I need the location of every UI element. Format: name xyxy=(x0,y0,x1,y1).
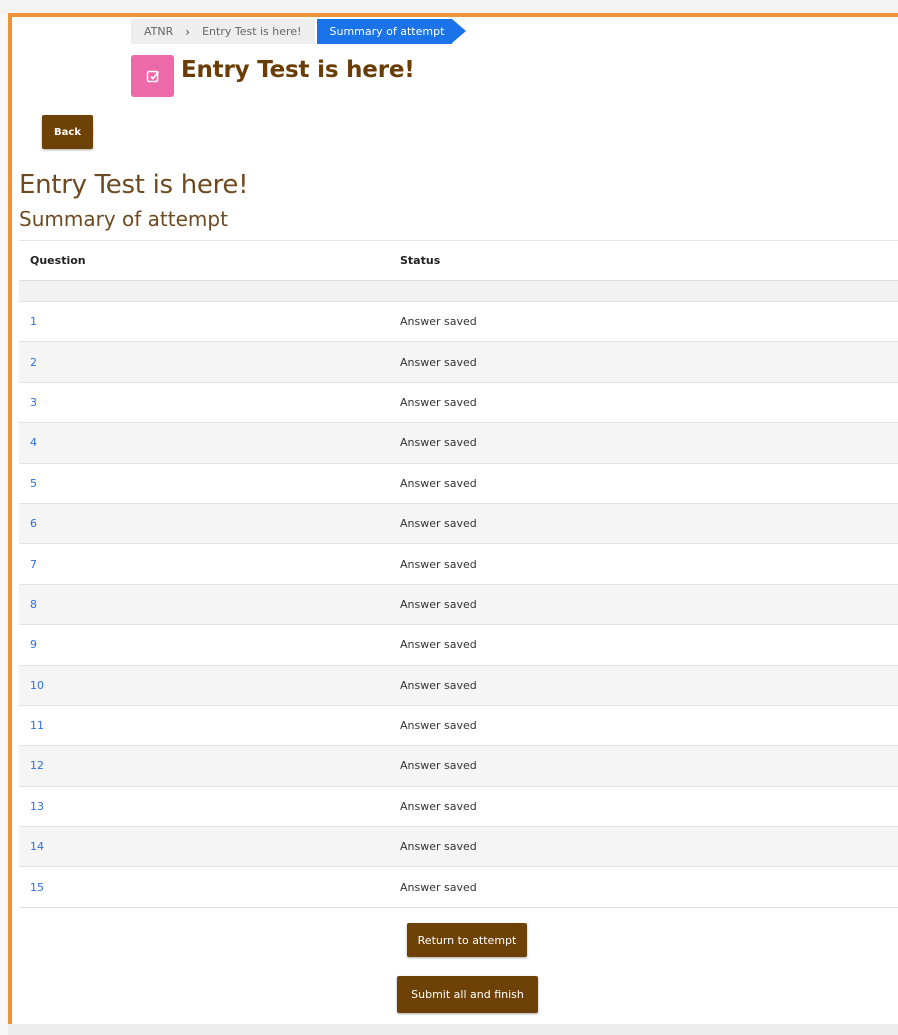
question-cell: 7 xyxy=(19,558,400,571)
question-link[interactable]: 9 xyxy=(30,638,37,651)
question-link[interactable]: 10 xyxy=(30,679,44,692)
table-row: 1 Answer saved xyxy=(19,302,898,343)
breadcrumb: ATNR › Entry Test is here! Summary of at… xyxy=(131,19,467,44)
left-margin xyxy=(0,14,8,1035)
breadcrumb-item-active: Summary of attempt xyxy=(315,19,453,44)
status-cell: Answer saved xyxy=(400,840,477,854)
return-to-attempt-button[interactable]: Return to attempt xyxy=(407,923,527,957)
quiz-title: Entry Test is here! xyxy=(19,170,249,200)
status-cell: Answer saved xyxy=(400,315,477,329)
page-heading: Entry Test is here! xyxy=(181,57,415,83)
question-cell: 8 xyxy=(19,598,400,611)
table-row: 13 Answer saved xyxy=(19,787,898,828)
question-link[interactable]: 5 xyxy=(30,477,37,490)
question-cell: 5 xyxy=(19,477,400,490)
question-cell: 2 xyxy=(19,356,400,369)
question-cell: 10 xyxy=(19,679,400,692)
submit-all-button[interactable]: Submit all and finish xyxy=(397,976,538,1013)
table-row: 10 Answer saved xyxy=(19,665,898,706)
status-cell: Answer saved xyxy=(400,678,477,692)
table-row: 15 Answer saved xyxy=(19,867,898,908)
status-cell: Answer saved xyxy=(400,759,477,773)
question-link[interactable]: 1 xyxy=(30,315,37,328)
table-row: 12 Answer saved xyxy=(19,746,898,787)
accent-border-top xyxy=(8,13,898,17)
status-cell: Answer saved xyxy=(400,638,477,652)
question-link[interactable]: 4 xyxy=(30,436,37,449)
table-row: 14 Answer saved xyxy=(19,827,898,868)
status-cell: Answer saved xyxy=(400,517,477,531)
question-cell: 15 xyxy=(19,881,400,894)
table-row: 2 Answer saved xyxy=(19,342,898,383)
table-row: 3 Answer saved xyxy=(19,383,898,424)
question-link[interactable]: 6 xyxy=(30,517,37,530)
table-row: 11 Answer saved xyxy=(19,706,898,747)
question-cell: 1 xyxy=(19,315,400,328)
question-link[interactable]: 13 xyxy=(30,800,44,813)
question-link[interactable]: 12 xyxy=(30,759,44,772)
column-header-status: Status xyxy=(400,254,441,267)
question-link[interactable]: 11 xyxy=(30,719,44,732)
status-cell: Answer saved xyxy=(400,476,477,490)
bottom-strip xyxy=(8,1024,898,1035)
question-cell: 3 xyxy=(19,396,400,409)
question-link[interactable]: 14 xyxy=(30,840,44,853)
status-cell: Answer saved xyxy=(400,395,477,409)
summary-table: Question Status 1 Answer saved 2 Answer sav… xyxy=(19,240,898,908)
column-header-question: Question xyxy=(30,254,86,267)
status-cell: Answer saved xyxy=(400,436,477,450)
question-cell: 14 xyxy=(19,840,400,853)
question-link[interactable]: 7 xyxy=(30,558,37,571)
breadcrumb-item-entry-test[interactable]: Entry Test is here! xyxy=(202,19,316,44)
breadcrumb-separator-icon: › xyxy=(173,19,203,44)
status-cell: Answer saved xyxy=(400,355,477,369)
question-cell: 6 xyxy=(19,517,400,530)
question-link[interactable]: 3 xyxy=(30,396,37,409)
breadcrumb-arrow-icon xyxy=(452,19,467,43)
question-cell: 4 xyxy=(19,436,400,449)
status-cell: Answer saved xyxy=(400,880,477,894)
status-cell: Answer saved xyxy=(400,719,477,733)
table-spacer-row xyxy=(19,281,898,302)
table-row: 9 Answer saved xyxy=(19,625,898,666)
question-link[interactable]: 2 xyxy=(30,356,37,369)
table-row: 8 Answer saved xyxy=(19,584,898,626)
table-row: 5 Answer saved xyxy=(19,464,898,504)
table-header: Question Status xyxy=(19,240,898,281)
table-body: 1 Answer saved 2 Answer saved 3 Answer saved 4… xyxy=(19,302,898,908)
table-row: 4 Answer saved xyxy=(19,423,898,464)
summary-subtitle: Summary of attempt xyxy=(19,207,228,231)
back-button[interactable]: Back xyxy=(42,115,93,149)
page-frame: ATNR › Entry Test is here! Summary of at… xyxy=(0,0,898,1035)
question-link[interactable]: 15 xyxy=(30,881,44,894)
status-cell: Answer saved xyxy=(400,557,477,571)
question-cell: 9 xyxy=(19,638,400,651)
top-strip xyxy=(0,0,898,14)
question-cell: 11 xyxy=(19,719,400,732)
table-row: 7 Answer saved xyxy=(19,544,898,585)
table-row: 6 Answer saved xyxy=(19,503,898,545)
status-cell: Answer saved xyxy=(400,799,477,813)
question-cell: 13 xyxy=(19,800,400,813)
quiz-edit-icon xyxy=(131,55,174,97)
status-cell: Answer saved xyxy=(400,597,477,611)
question-cell: 12 xyxy=(19,759,400,772)
breadcrumb-item-atnr[interactable]: ATNR xyxy=(131,19,174,44)
question-link[interactable]: 8 xyxy=(30,598,37,611)
accent-border-left xyxy=(8,13,12,1035)
